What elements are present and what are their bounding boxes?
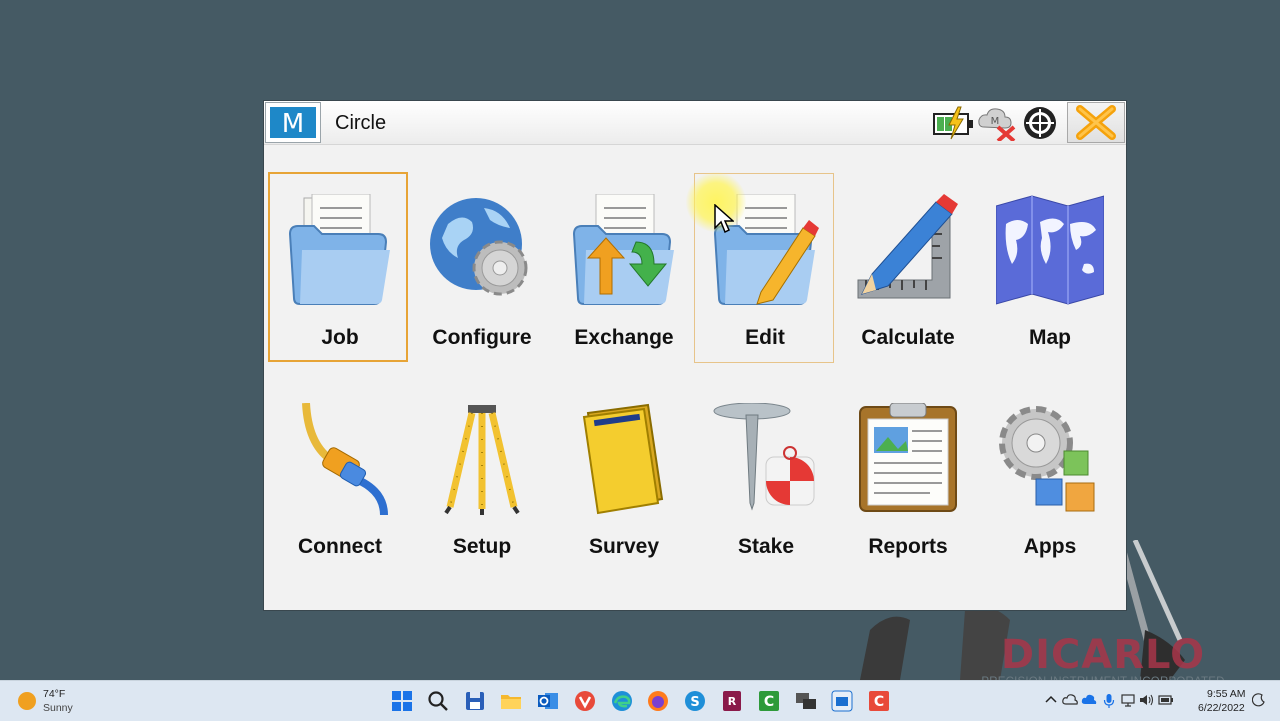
rdp-icon[interactable]: R (720, 689, 744, 713)
clock-date[interactable]: 6/22/2022 (1198, 702, 1245, 714)
exchange-folder-icon (572, 194, 674, 305)
battery-icon[interactable] (1158, 693, 1174, 707)
notebook-icon (582, 403, 664, 515)
tile-label: Job (321, 326, 359, 349)
search-icon[interactable] (426, 689, 450, 713)
save-icon[interactable] (463, 689, 487, 713)
tile-label: Survey (588, 535, 660, 558)
tile-configure[interactable]: Configure (410, 172, 550, 362)
pencil-ruler-icon (857, 194, 958, 299)
svg-text:M: M (282, 109, 304, 138)
window-title: Circle (335, 112, 387, 134)
tile-label: Stake (737, 535, 795, 558)
tile-calculate[interactable]: Calculate (836, 172, 976, 362)
tile-label: Apps (1023, 535, 1077, 558)
clipboard-icon (859, 403, 957, 512)
app-window: M Circle M Job Configure Exchange Edit C… (264, 101, 1126, 610)
watermark-brand: DICARLO (1000, 632, 1206, 678)
notifications-icon[interactable] (1252, 693, 1266, 707)
svg-text:C: C (874, 694, 884, 710)
cloud-icon[interactable] (1062, 693, 1078, 707)
outlook-icon[interactable] (536, 689, 560, 713)
gnss-receiver-icon[interactable] (1020, 105, 1060, 141)
title-bar: M Circle M (264, 101, 1126, 145)
weather-condition[interactable]: Sunny (43, 702, 73, 714)
tile-survey[interactable]: Survey (552, 381, 692, 571)
tile-label: Edit (745, 326, 785, 349)
tile-apps[interactable]: Apps (978, 381, 1118, 571)
tile-label: Connect (298, 535, 382, 558)
svg-text:S: S (690, 695, 699, 710)
firefox-icon[interactable] (646, 689, 670, 713)
battery-charging-icon[interactable] (932, 105, 976, 141)
weather-temperature[interactable]: 74°F (43, 688, 65, 700)
tile-exchange[interactable]: Exchange (552, 172, 692, 362)
tile-setup[interactable]: Setup (410, 381, 550, 571)
tile-label: Reports (868, 535, 948, 558)
globe-gear-icon (430, 198, 528, 296)
onedrive-icon[interactable] (1081, 693, 1097, 707)
tile-connect[interactable]: Connect (268, 381, 408, 571)
edge-icon[interactable] (610, 689, 634, 713)
chevron-up-icon[interactable] (1044, 693, 1058, 707)
close-icon (1076, 105, 1116, 140)
tile-label: Setup (452, 535, 512, 558)
world-map-icon (996, 195, 1104, 305)
app-icon[interactable] (830, 689, 854, 713)
skype-icon[interactable]: S (683, 689, 707, 713)
tile-label: Map (1029, 326, 1071, 349)
taskbar: 74°F Sunny S R C C 9:55 AM 6/22/2022 (0, 680, 1280, 721)
carlson-app-icon[interactable]: C (757, 689, 781, 713)
carlson-survey-icon[interactable]: C (867, 689, 891, 713)
tripod-icon (444, 405, 520, 515)
svg-text:R: R (728, 695, 737, 708)
network-icon[interactable] (1121, 693, 1135, 707)
carlson-m-icon: M (270, 107, 316, 138)
tile-label: Calculate (861, 326, 955, 349)
mouse-pointer-icon (714, 204, 734, 234)
tile-label: Configure (432, 326, 532, 349)
cloud-disconnected-icon[interactable]: M (976, 105, 1020, 141)
app-menu-button[interactable]: M (265, 102, 321, 143)
stake-pin-icon (713, 403, 815, 511)
volume-icon[interactable] (1139, 693, 1155, 707)
tile-reports[interactable]: Reports (836, 381, 976, 571)
remote-desktop-icon[interactable] (794, 689, 818, 713)
tile-stake[interactable]: Stake (694, 381, 834, 571)
vivaldi-icon[interactable] (573, 689, 597, 713)
clock-time[interactable]: 9:55 AM (1207, 688, 1246, 700)
svg-text:M: M (991, 116, 1000, 127)
tile-map[interactable]: Map (978, 172, 1118, 362)
microphone-icon[interactable] (1103, 693, 1115, 709)
sun-icon[interactable] (18, 692, 36, 710)
tile-label: Exchange (574, 326, 674, 349)
svg-text:C: C (764, 694, 774, 710)
close-button[interactable] (1067, 102, 1125, 143)
gear-blocks-icon (999, 406, 1095, 512)
file-explorer-icon[interactable] (499, 689, 523, 713)
job-folder-icon (288, 194, 390, 305)
cable-icon (302, 403, 388, 515)
windows-start-icon[interactable] (390, 689, 414, 713)
tile-job[interactable]: Job (268, 172, 408, 362)
